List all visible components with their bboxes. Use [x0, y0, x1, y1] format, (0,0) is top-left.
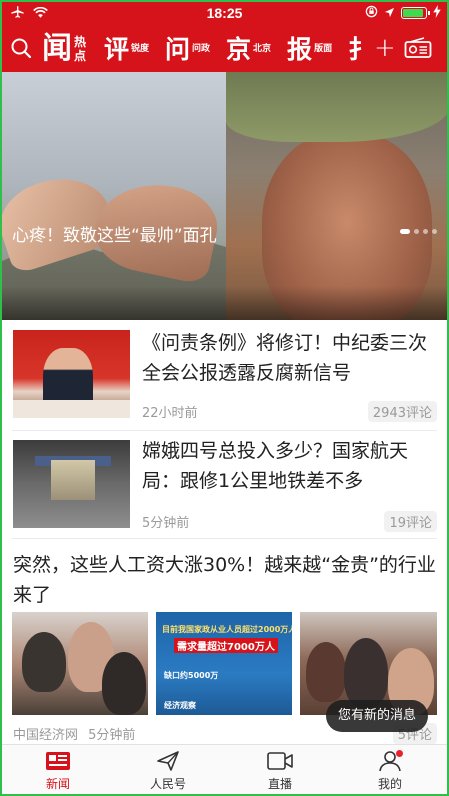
charging-icon: [433, 5, 441, 21]
location-icon: [384, 5, 395, 21]
news-time: 22小时前: [142, 406, 198, 421]
carousel-indicator: [400, 229, 437, 234]
rotation-lock-icon: [365, 5, 378, 21]
tab-inquiry[interactable]: 问 问政: [165, 37, 212, 62]
tab-bar-live[interactable]: 直播: [240, 749, 320, 792]
news-thumbnail: [13, 330, 130, 418]
infographic-line: 缺口约5000万: [164, 671, 219, 680]
news-time: 5分钟前: [88, 728, 136, 743]
infographic-line: 目前我国家政从业人员超过2000万人: [162, 625, 292, 634]
news-source: 中国经济网 5分钟前: [13, 724, 135, 743]
news-tab-icon: [18, 749, 98, 773]
tab-partial-label: 扌: [348, 34, 362, 64]
radio-icon[interactable]: [404, 37, 432, 63]
search-icon[interactable]: [10, 37, 32, 63]
user-icon: [350, 749, 430, 773]
tab-news-label: 闻: [42, 31, 72, 66]
tab-partial[interactable]: 扌: [348, 37, 362, 62]
tab-bar-people[interactable]: 人民号: [128, 749, 208, 792]
news-time: 5分钟前: [142, 516, 190, 531]
battery-icon: [401, 7, 430, 19]
bottom-tab-bar: 新闻 人民号 直播 我的: [0, 744, 449, 796]
news-headline: 突然，这些人工资大涨30%！越来越“金贵”的行业来了: [13, 554, 436, 606]
infographic-line: 需求量超过7000万人: [174, 638, 278, 653]
add-category-button[interactable]: +: [374, 33, 396, 63]
new-message-toast[interactable]: 您有新的消息: [326, 700, 429, 732]
news-image-infographic: 目前我国家政从业人员超过2000万人 需求量超过7000万人 缺口约5000万 …: [156, 612, 292, 715]
tab-inquiry-label: 问: [165, 34, 191, 64]
status-bar: 18:25: [0, 0, 449, 26]
tab-beijing-sub: 北京: [253, 43, 272, 54]
news-source-name: 中国经济网: [13, 728, 79, 743]
tab-paper-sub: 版面: [314, 43, 333, 54]
comment-count: 2943评论: [367, 401, 437, 422]
tab-paper-label: 报: [287, 34, 313, 64]
tab-bar-news[interactable]: 新闻: [18, 749, 98, 792]
news-headline: 嫦娥四号总投入多少？国家航天局：跟修1公里地铁差不多: [142, 440, 409, 492]
tab-paper[interactable]: 报 版面: [287, 37, 334, 62]
news-thumbnail: [13, 440, 130, 528]
news-headline: 《问责条例》将修订！中纪委三次全会公报透露反腐新信号: [142, 332, 428, 384]
video-camera-icon: [240, 749, 320, 773]
carousel-image-helmet: [226, 72, 449, 142]
carousel-dot: [423, 229, 428, 234]
comment-count: 19评论: [384, 511, 437, 532]
category-nav-bar: 闻 热点 评 锐度 问 问政 京 北京 报 版面 扌 +: [0, 26, 449, 72]
tab-label: 直播: [267, 777, 292, 791]
caption-overlay: [0, 286, 449, 320]
headline-carousel[interactable]: [0, 72, 449, 320]
carousel-image-hands: [0, 72, 226, 320]
carousel-dot: [432, 229, 437, 234]
carousel-dot: [400, 229, 410, 234]
news-item[interactable]: 《问责条例》将修订！中纪委三次全会公报透露反腐新信号 22小时前 2943评论: [0, 320, 449, 430]
tab-news[interactable]: 闻 热点: [42, 34, 90, 64]
tab-beijing-label: 京: [226, 34, 252, 64]
tab-comment-label: 评: [104, 34, 130, 64]
tab-beijing[interactable]: 京 北京: [226, 37, 273, 62]
send-icon: [128, 749, 208, 773]
carousel-dot: [414, 229, 419, 234]
tab-news-sub: 热点: [74, 35, 87, 63]
infographic-line: 经济观察: [164, 701, 196, 710]
tab-comment-sub: 锐度: [131, 43, 150, 54]
tab-label: 我的: [377, 777, 402, 791]
tab-bar-mine[interactable]: 我的: [350, 749, 430, 792]
carousel-caption: 心疼！致敬这些“最帅”面孔: [12, 226, 217, 246]
tab-comment[interactable]: 评 锐度: [104, 37, 151, 62]
tab-label: 人民号: [149, 777, 186, 791]
tab-label: 新闻: [45, 777, 70, 791]
news-item[interactable]: 嫦娥四号总投入多少？国家航天局：跟修1公里地铁差不多 5分钟前 19评论: [0, 430, 449, 538]
tab-inquiry-sub: 问政: [192, 43, 211, 54]
category-tabs: 闻 热点 评 锐度 问 问政 京 北京 报 版面 扌: [42, 26, 362, 72]
news-image: [12, 612, 148, 715]
notification-badge: [396, 750, 403, 757]
